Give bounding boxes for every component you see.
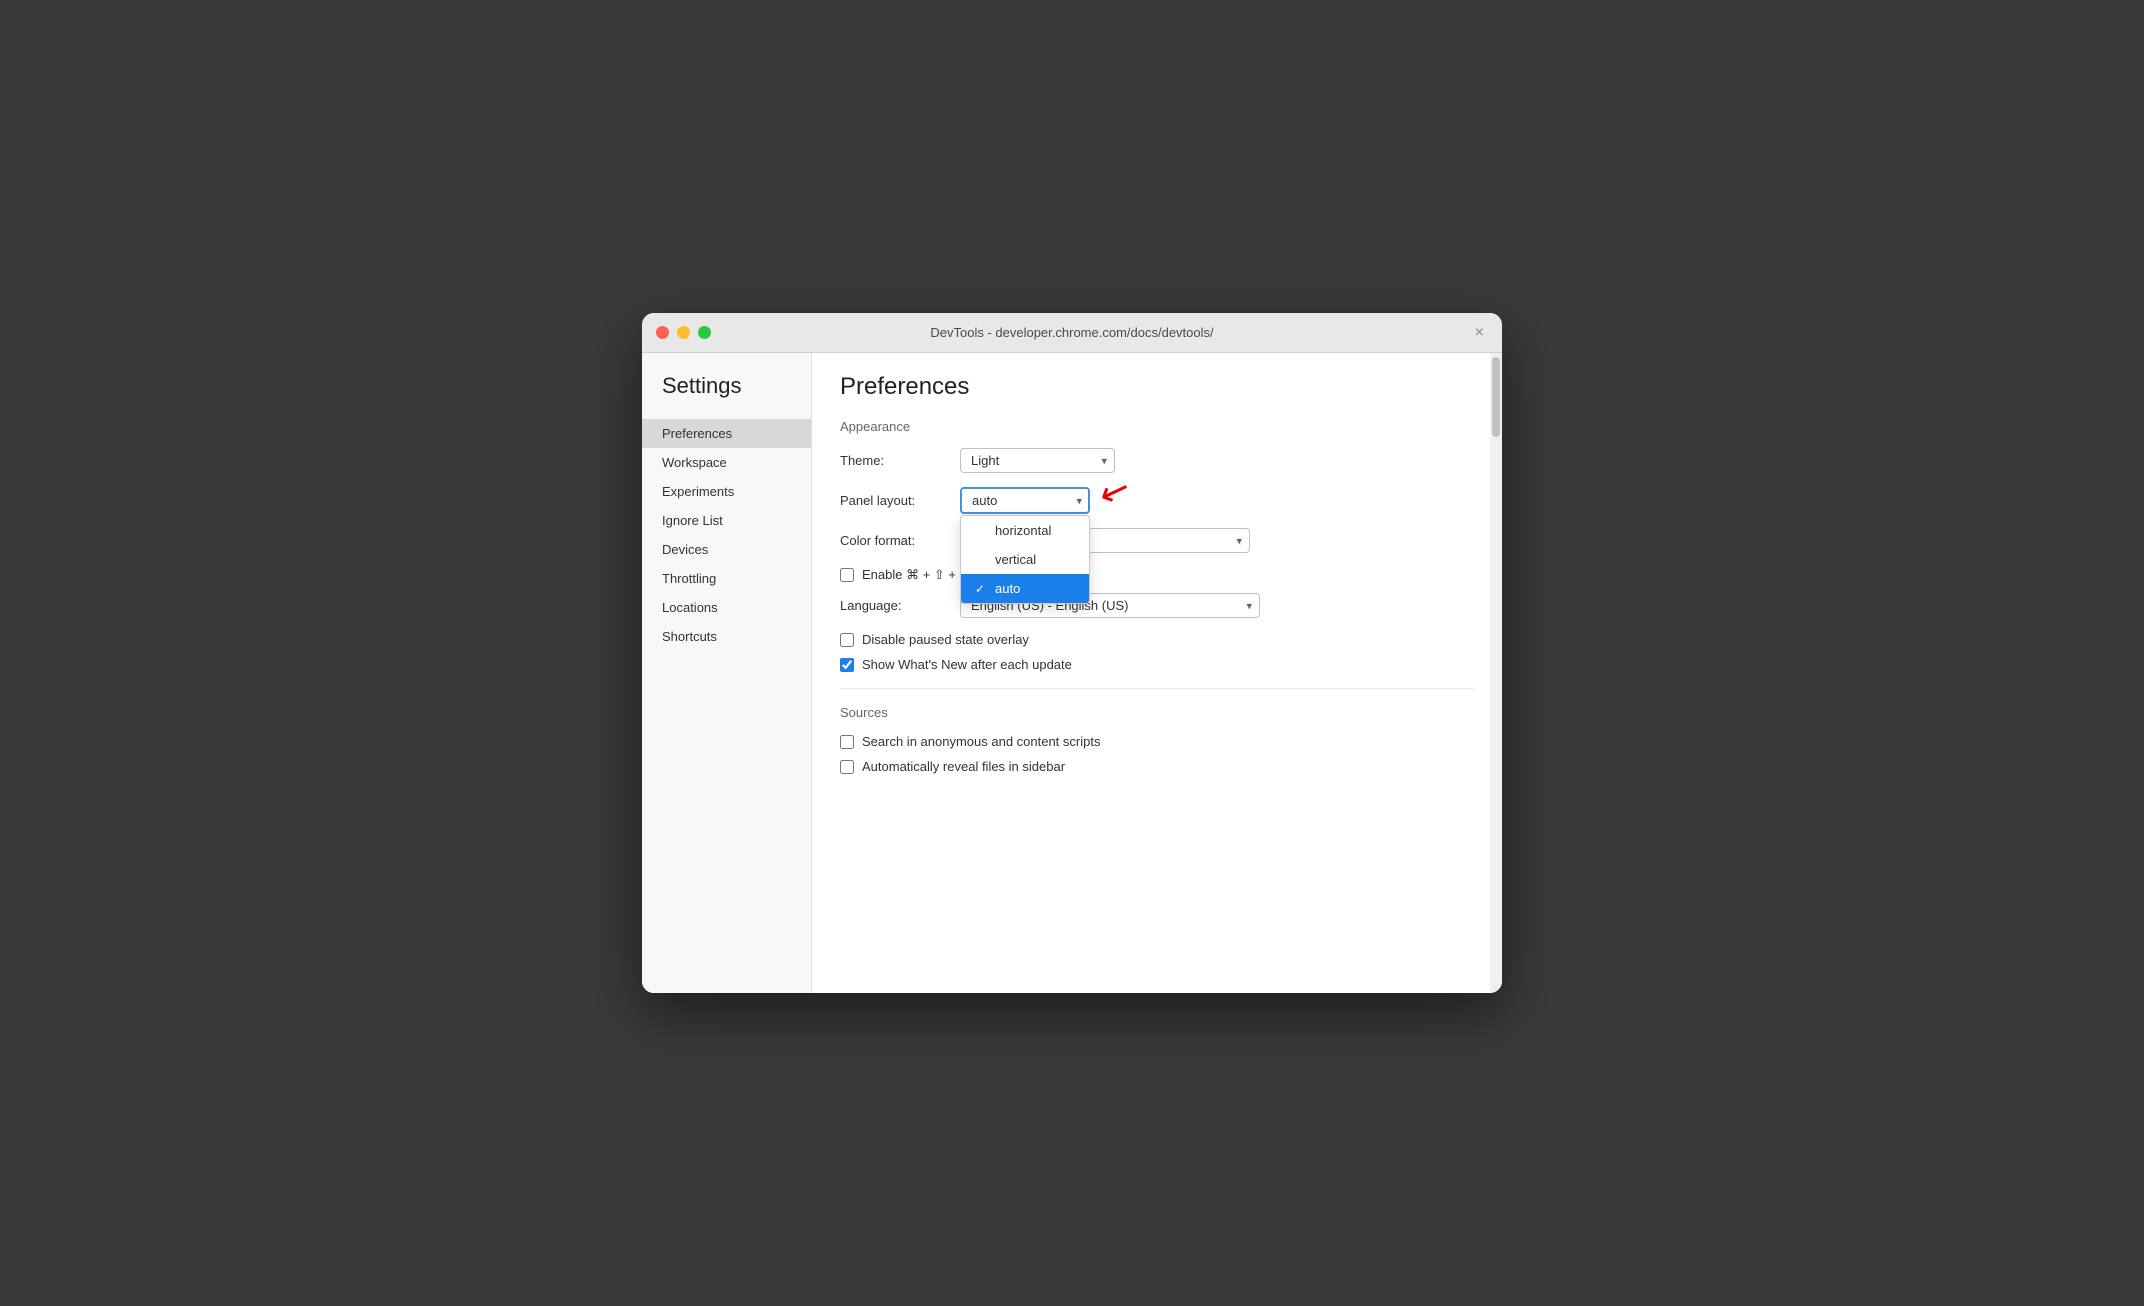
content-area: Settings Preferences Workspace Experimen… — [642, 353, 1502, 993]
search-anonymous-checkbox[interactable] — [840, 735, 854, 749]
sidebar-item-preferences[interactable]: Preferences — [642, 419, 811, 448]
panel-layout-row: Panel layout: auto horizontal vertical ▾… — [840, 487, 1474, 514]
sidebar-item-devices[interactable]: Devices — [642, 535, 811, 564]
sources-section-title: Sources — [840, 705, 1474, 720]
show-whats-new-label: Show What's New after each update — [862, 657, 1072, 672]
theme-select-wrapper: Light Default Dark ▾ — [960, 448, 1115, 473]
red-arrow-annotation: ↙ — [1095, 469, 1136, 513]
sidebar-item-locations[interactable]: Locations — [642, 593, 811, 622]
language-row: Language: English (US) - English (US) ▾ — [840, 593, 1474, 618]
theme-row: Theme: Light Default Dark ▾ — [840, 448, 1474, 473]
section-divider — [840, 688, 1474, 689]
sources-section: Sources Search in anonymous and content … — [840, 705, 1474, 774]
theme-label: Theme: — [840, 453, 960, 468]
scrollbar-thumb[interactable] — [1492, 357, 1500, 437]
main-content: Preferences Appearance Theme: Light Defa… — [812, 353, 1502, 993]
panel-layout-label: Panel layout: — [840, 493, 960, 508]
disable-paused-label: Disable paused state overlay — [862, 632, 1029, 647]
dropdown-item-vertical[interactable]: vertical — [961, 545, 1089, 574]
close-button[interactable] — [656, 326, 669, 339]
sidebar-item-throttling[interactable]: Throttling — [642, 564, 811, 593]
auto-reveal-label: Automatically reveal files in sidebar — [862, 759, 1065, 774]
sidebar-item-shortcuts[interactable]: Shortcuts — [642, 622, 811, 651]
devtools-window: DevTools - developer.chrome.com/docs/dev… — [642, 313, 1502, 993]
enable-shortcut-checkbox[interactable] — [840, 568, 854, 582]
color-format-label: Color format: — [840, 533, 960, 548]
search-anonymous-label: Search in anonymous and content scripts — [862, 734, 1100, 749]
appearance-section-title: Appearance — [840, 419, 1474, 434]
maximize-button[interactable] — [698, 326, 711, 339]
titlebar: DevTools - developer.chrome.com/docs/dev… — [642, 313, 1502, 353]
close-x-button[interactable]: × — [1471, 324, 1488, 342]
panel-layout-dropdown[interactable]: horizontal vertical ✓ auto — [960, 515, 1090, 604]
disable-paused-checkbox[interactable] — [840, 633, 854, 647]
auto-label: auto — [995, 581, 1020, 596]
vertical-label: vertical — [995, 552, 1036, 567]
color-format-row: Color format: As authored HEX RGB HSL ▾ — [840, 528, 1474, 553]
appearance-section: Appearance Theme: Light Default Dark ▾ — [840, 419, 1474, 672]
scrollbar[interactable] — [1490, 353, 1502, 993]
window-title: DevTools - developer.chrome.com/docs/dev… — [930, 325, 1213, 340]
dropdown-item-horizontal[interactable]: horizontal — [961, 516, 1089, 545]
show-whats-new-row: Show What's New after each update — [840, 657, 1474, 672]
sidebar-heading: Settings — [642, 369, 811, 419]
minimize-button[interactable] — [677, 326, 690, 339]
panel-layout-select[interactable]: auto horizontal vertical — [960, 487, 1090, 514]
show-whats-new-checkbox[interactable] — [840, 658, 854, 672]
disable-paused-row: Disable paused state overlay — [840, 632, 1474, 647]
search-anonymous-row: Search in anonymous and content scripts — [840, 734, 1474, 749]
language-label: Language: — [840, 598, 960, 613]
theme-select[interactable]: Light Default Dark — [960, 448, 1115, 473]
auto-reveal-row: Automatically reveal files in sidebar — [840, 759, 1474, 774]
panel-layout-select-wrapper: auto horizontal vertical ▾ — [960, 487, 1090, 514]
vertical-checkmark — [975, 553, 989, 567]
horizontal-checkmark — [975, 524, 989, 538]
enable-shortcut-row: Enable ⌘ + ⇧ + D to switch panels — [840, 567, 1474, 583]
sidebar-item-experiments[interactable]: Experiments — [642, 477, 811, 506]
auto-reveal-checkbox[interactable] — [840, 760, 854, 774]
auto-checkmark: ✓ — [975, 582, 989, 596]
sidebar-item-workspace[interactable]: Workspace — [642, 448, 811, 477]
dropdown-item-auto[interactable]: ✓ auto — [961, 574, 1089, 603]
page-title: Preferences — [840, 373, 1474, 401]
horizontal-label: horizontal — [995, 523, 1051, 538]
sidebar-item-ignore-list[interactable]: Ignore List — [642, 506, 811, 535]
window-controls — [656, 326, 711, 339]
sidebar: Settings Preferences Workspace Experimen… — [642, 353, 812, 993]
